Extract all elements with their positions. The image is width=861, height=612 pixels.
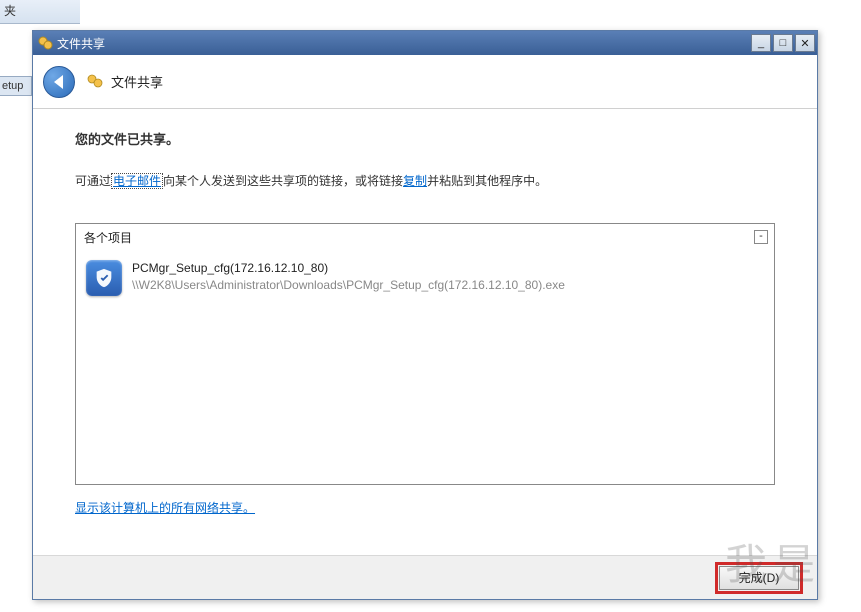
minimize-button[interactable]: _ (751, 34, 771, 52)
maximize-button[interactable]: □ (773, 34, 793, 52)
main-heading: 您的文件已共享。 (75, 129, 775, 148)
titlebar-title: 文件共享 (57, 35, 751, 52)
list-body: PCMgr_Setup_cfg(172.16.12.10_80) \\W2K8\… (76, 250, 774, 484)
back-button[interactable] (43, 66, 75, 98)
wizard-header: 文件共享 (33, 55, 817, 109)
description-text: 可通过电子邮件向某个人发送到这些共享项的链接，或将链接复制并粘贴到其他程序中。 (75, 172, 775, 191)
arrow-left-icon (54, 75, 63, 89)
show-all-shares-link[interactable]: 显示该计算机上的所有网络共享。 (75, 501, 255, 515)
content-area: 您的文件已共享。 可通过电子邮件向某个人发送到这些共享项的链接，或将链接复制并粘… (33, 109, 817, 555)
list-header: 各个项目 - (76, 224, 774, 250)
background-fragment-tab: etup (0, 76, 32, 96)
desc-post: 并粘贴到其他程序中。 (427, 174, 547, 188)
collapse-toggle[interactable]: - (754, 230, 768, 244)
desc-pre: 可通过 (75, 174, 111, 188)
file-name: PCMgr_Setup_cfg(172.16.12.10_80) (132, 260, 565, 277)
list-item[interactable]: PCMgr_Setup_cfg(172.16.12.10_80) \\W2K8\… (84, 254, 766, 302)
done-button[interactable]: 完成(D) (719, 566, 799, 590)
app-icon (37, 35, 53, 51)
file-sharing-dialog: 文件共享 _ □ ✕ 文件共享 您的文件已共享。 可通过电子邮件向某个人发送到这… (32, 30, 818, 600)
background-fragment-top: 夹 (0, 0, 80, 24)
list-header-label: 各个项目 (84, 229, 132, 246)
button-bar: 完成(D) (33, 555, 817, 599)
shield-icon (86, 260, 122, 296)
show-all-shares-link-container: 显示该计算机上的所有网络共享。 (75, 499, 775, 516)
copy-link[interactable]: 复制 (403, 174, 427, 188)
people-icon (85, 72, 105, 92)
desc-mid: 向某个人发送到这些共享项的链接，或将链接 (163, 174, 403, 188)
titlebar[interactable]: 文件共享 _ □ ✕ (33, 31, 817, 55)
items-list: 各个项目 - PCMgr_Setup_cfg(172.16.12.10_80) … (75, 223, 775, 485)
close-button[interactable]: ✕ (795, 34, 815, 52)
wizard-title: 文件共享 (111, 72, 163, 91)
file-path: \\W2K8\Users\Administrator\Downloads\PCM… (132, 277, 565, 294)
email-link[interactable]: 电子邮件 (111, 173, 163, 189)
